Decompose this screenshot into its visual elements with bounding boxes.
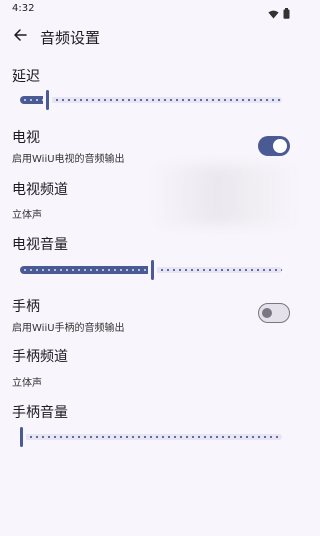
status-bar: 4:32 (0, 0, 300, 20)
tv-volume-label: 电视音量 (12, 237, 68, 253)
ripple-highlight (150, 165, 300, 225)
latency-slider[interactable] (20, 90, 282, 110)
switch-knob (262, 307, 272, 318)
gamepad-channel-value: 立体声 (12, 378, 42, 389)
slider-inactive-track (26, 434, 282, 440)
tv-description: 启用WiiU电视的音频输出 (12, 154, 125, 165)
top-app-bar: 音频设置 (0, 20, 300, 54)
slider-active-track (20, 266, 148, 274)
slider-inactive-track (157, 267, 282, 273)
tv-audio-switch[interactable] (258, 136, 290, 156)
gamepad-label: 手柄 (12, 299, 40, 315)
gamepad-volume-label: 手柄音量 (12, 405, 68, 421)
page-title: 音频设置 (40, 29, 101, 47)
slider-thumb[interactable] (151, 260, 154, 280)
tv-volume-slider[interactable] (20, 260, 282, 280)
arrow-left-icon (14, 29, 27, 41)
gamepad-audio-switch[interactable] (258, 303, 290, 323)
audio-settings-screen: 4:32 音频设置 延迟 电视 启用WiiU电视的音频输出 电视频道 立体声 电… (0, 0, 300, 536)
tv-label: 电视 (12, 130, 40, 146)
gamepad-description: 启用WiiU手柄的音频输出 (12, 323, 125, 334)
gamepad-volume-slider[interactable] (20, 427, 282, 447)
slider-thumb[interactable] (20, 427, 23, 447)
switch-knob (273, 139, 287, 153)
status-time: 4:32 (12, 3, 35, 14)
back-button[interactable] (8, 23, 32, 47)
tv-channel-label: 电视频道 (12, 182, 68, 198)
slider-thumb[interactable] (46, 90, 49, 110)
gamepad-channel-label: 手柄频道 (12, 349, 68, 365)
tv-channel-value: 立体声 (12, 210, 42, 221)
latency-label: 延迟 (12, 69, 40, 85)
slider-active-track (20, 96, 43, 104)
slider-inactive-track (52, 97, 282, 103)
